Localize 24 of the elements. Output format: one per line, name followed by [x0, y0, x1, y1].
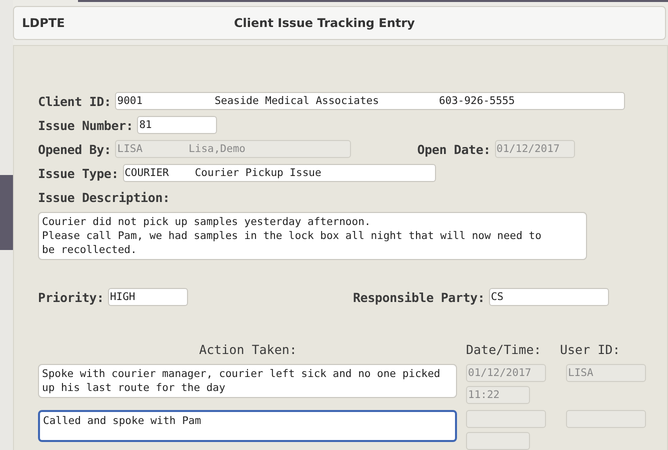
- date-field[interactable]: [466, 410, 546, 428]
- field-label: Opened By:: [38, 142, 112, 156]
- field-label: Issue Type:: [38, 166, 119, 180]
- responsible-party-field[interactable]: CS: [488, 288, 609, 306]
- screen-code: LDPTE: [22, 16, 66, 30]
- field-label: Priority:: [38, 290, 104, 304]
- screen-title: Client Issue Tracking Entry: [234, 16, 415, 30]
- issue-number-field[interactable]: 81: [137, 116, 218, 134]
- field-label: Responsible Party:: [352, 290, 485, 304]
- issue-type-field[interactable]: COURIER Courier Pickup Issue: [122, 164, 436, 182]
- field-label: Issue Description:: [38, 190, 170, 204]
- user-id-field[interactable]: [566, 410, 646, 428]
- client-field[interactable]: 9001 Seaside Medical Associates 603-926-5555: [115, 92, 626, 110]
- time-field[interactable]: [466, 432, 530, 450]
- description-field[interactable]: Courier did not pick up samples yesterday afternoon. Please call Pam, we had samples in the lock box all night that will now need to be recollected.: [38, 212, 587, 260]
- action-field[interactable]: Spoke with courier manager, courier left sick and no one picked up his last route for the day: [38, 364, 457, 398]
- priority-field[interactable]: HIGH: [108, 288, 188, 306]
- column-header: Action Taken:: [198, 342, 298, 356]
- column-header: Date/Time:: [466, 342, 542, 356]
- field-label: Client ID:: [38, 94, 112, 108]
- column-header: User ID:: [560, 342, 622, 356]
- field-label: Issue Number:: [38, 118, 134, 132]
- action-field[interactable]: Called and spoke with Pam: [38, 410, 457, 442]
- field-label: Open Date:: [417, 142, 491, 156]
